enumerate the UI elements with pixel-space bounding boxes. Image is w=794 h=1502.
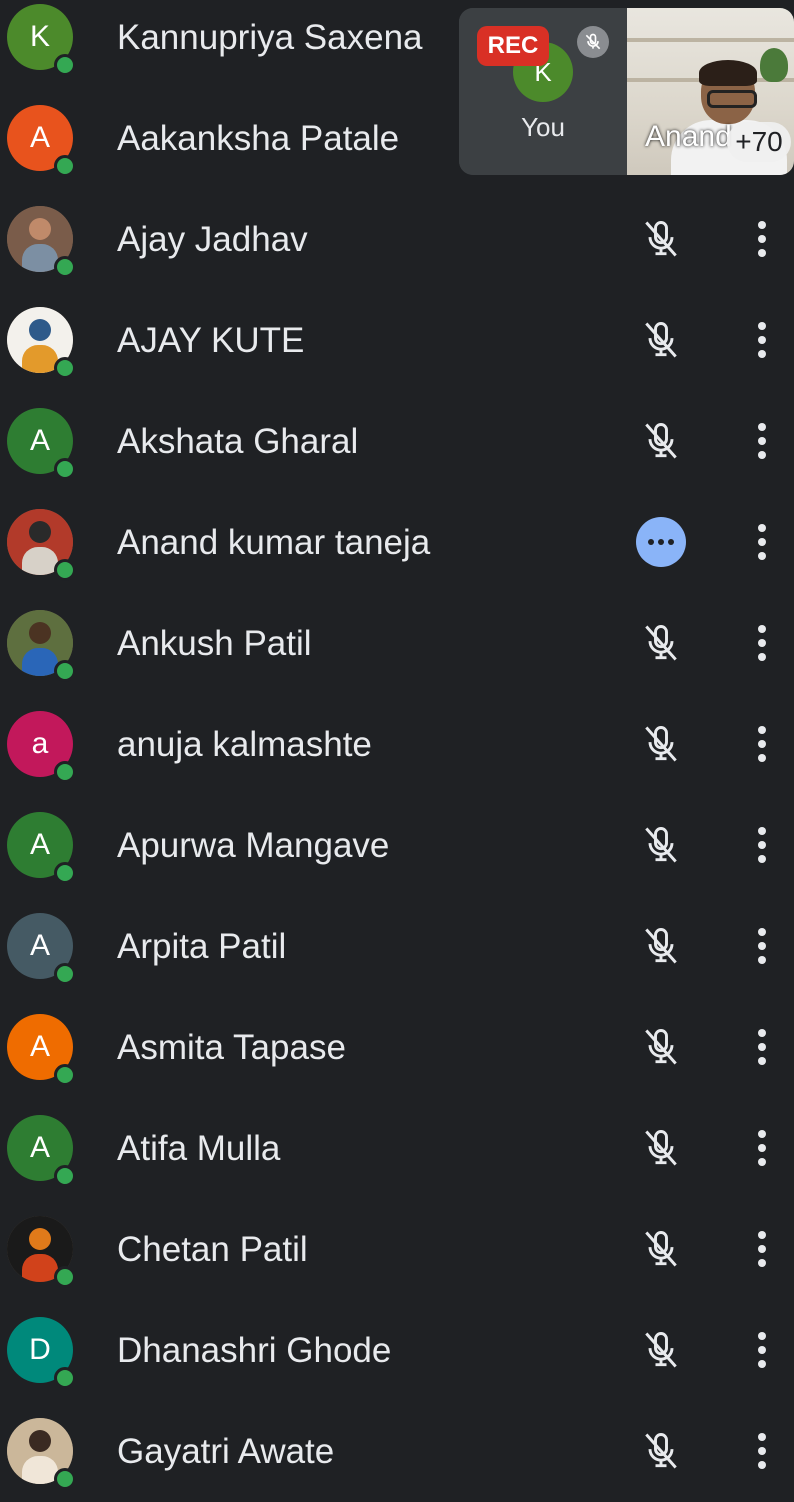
more-options-icon[interactable] — [742, 517, 782, 567]
more-options-icon[interactable] — [742, 1022, 782, 1072]
participant-name: Aakanksha Patale — [117, 119, 400, 158]
online-status-dot — [54, 458, 76, 480]
more-options-icon[interactable] — [742, 1426, 782, 1476]
more-options-icon[interactable] — [742, 921, 782, 971]
participant-row[interactable]: Ajay Jadhav — [0, 189, 794, 290]
mic-off-icon — [636, 1022, 686, 1072]
participant-row[interactable]: a anuja kalmashte — [0, 694, 794, 795]
recording-badge: REC — [477, 26, 549, 66]
more-options-icon[interactable] — [742, 214, 782, 264]
participant-name: Ajay Jadhav — [117, 220, 308, 259]
participant-name: Arpita Patil — [117, 927, 287, 966]
mic-off-icon — [636, 1325, 686, 1375]
mic-off-icon — [636, 214, 686, 264]
more-options-icon[interactable] — [742, 416, 782, 466]
online-status-dot — [54, 155, 76, 177]
participant-name: Gayatri Awate — [117, 1432, 335, 1471]
mic-off-icon — [636, 1224, 686, 1274]
mic-off-icon — [636, 416, 686, 466]
self-label: You — [521, 112, 565, 142]
video-person-hair — [699, 60, 757, 86]
avatar-initial: D — [29, 1333, 51, 1366]
participant-name: Dhanashri Ghode — [117, 1331, 392, 1370]
more-options-icon[interactable] — [742, 719, 782, 769]
participant-row[interactable]: Chetan Patil — [0, 1199, 794, 1300]
mic-off-icon — [636, 1123, 686, 1173]
participant-row[interactable]: A Atifa Mulla — [0, 1098, 794, 1199]
online-status-dot — [54, 256, 76, 278]
participant-row[interactable]: AJAY KUTE — [0, 290, 794, 391]
participant-row[interactable]: A Arpita Patil — [0, 896, 794, 997]
more-options-icon[interactable] — [742, 1325, 782, 1375]
avatar-initial: A — [29, 1131, 50, 1164]
online-status-dot — [54, 1266, 76, 1288]
mic-off-icon — [636, 921, 686, 971]
participant-name: Akshata Gharal — [117, 422, 359, 461]
participant-name: Chetan Patil — [117, 1230, 308, 1269]
online-status-dot — [54, 1468, 76, 1490]
more-options-icon[interactable] — [742, 1224, 782, 1274]
participant-row[interactable]: A Apurwa Mangave — [0, 795, 794, 896]
participant-name: Asmita Tapase — [117, 1028, 346, 1067]
online-status-dot — [54, 1165, 76, 1187]
participant-row[interactable]: Anand kumar taneja — [0, 492, 794, 593]
mic-off-icon — [636, 1426, 686, 1476]
participant-name: Anand kumar taneja — [117, 523, 431, 562]
online-status-dot — [54, 1064, 76, 1086]
avatar-initial: K — [29, 20, 50, 53]
more-options-icon[interactable] — [742, 1123, 782, 1173]
plant — [760, 48, 788, 82]
online-status-dot — [54, 1367, 76, 1389]
mic-off-icon — [577, 26, 609, 58]
mic-off-icon — [636, 820, 686, 870]
participant-video-tile[interactable]: Anand +70 — [627, 8, 794, 175]
video-tile-name: Anand — [645, 120, 732, 153]
participant-row[interactable]: Ankush Patil — [0, 593, 794, 694]
participant-name: Atifa Mulla — [117, 1129, 281, 1168]
online-status-dot — [54, 862, 76, 884]
floating-video-tiles[interactable]: K You REC Anand +70 — [459, 8, 794, 175]
participant-row[interactable]: A Akshata Gharal — [0, 391, 794, 492]
avatar-initial: A — [29, 121, 50, 154]
online-status-dot — [54, 660, 76, 682]
online-status-dot — [54, 963, 76, 985]
participant-row[interactable]: A Asmita Tapase — [0, 997, 794, 1098]
participant-name: anuja kalmashte — [117, 725, 372, 764]
speaking-indicator-icon — [636, 517, 686, 567]
online-status-dot — [54, 559, 76, 581]
avatar-initial: A — [29, 1030, 50, 1063]
self-view-tile[interactable]: K You REC — [459, 8, 627, 175]
more-options-icon[interactable] — [742, 315, 782, 365]
participant-row[interactable]: Gayatri Awate — [0, 1401, 794, 1502]
participant-name: AJAY KUTE — [117, 321, 305, 360]
participant-row[interactable]: D Dhanashri Ghode — [0, 1300, 794, 1401]
avatar-initial: a — [31, 727, 49, 760]
mic-off-icon — [636, 315, 686, 365]
online-status-dot — [54, 357, 76, 379]
avatar-initial: A — [29, 929, 50, 962]
online-status-dot — [54, 54, 76, 76]
participant-name: Ankush Patil — [117, 624, 312, 663]
online-status-dot — [54, 761, 76, 783]
participant-name: Kannupriya Saxena — [117, 18, 423, 57]
participant-name: Apurwa Mangave — [117, 826, 390, 865]
avatar-initial: A — [29, 828, 50, 861]
more-options-icon[interactable] — [742, 618, 782, 668]
more-options-icon[interactable] — [742, 820, 782, 870]
mic-off-icon — [636, 719, 686, 769]
video-person-glasses — [707, 90, 757, 108]
more-participants-badge[interactable]: +70 — [727, 122, 791, 162]
avatar-initial: A — [29, 424, 50, 457]
shelf — [627, 38, 794, 42]
mic-off-icon — [636, 618, 686, 668]
